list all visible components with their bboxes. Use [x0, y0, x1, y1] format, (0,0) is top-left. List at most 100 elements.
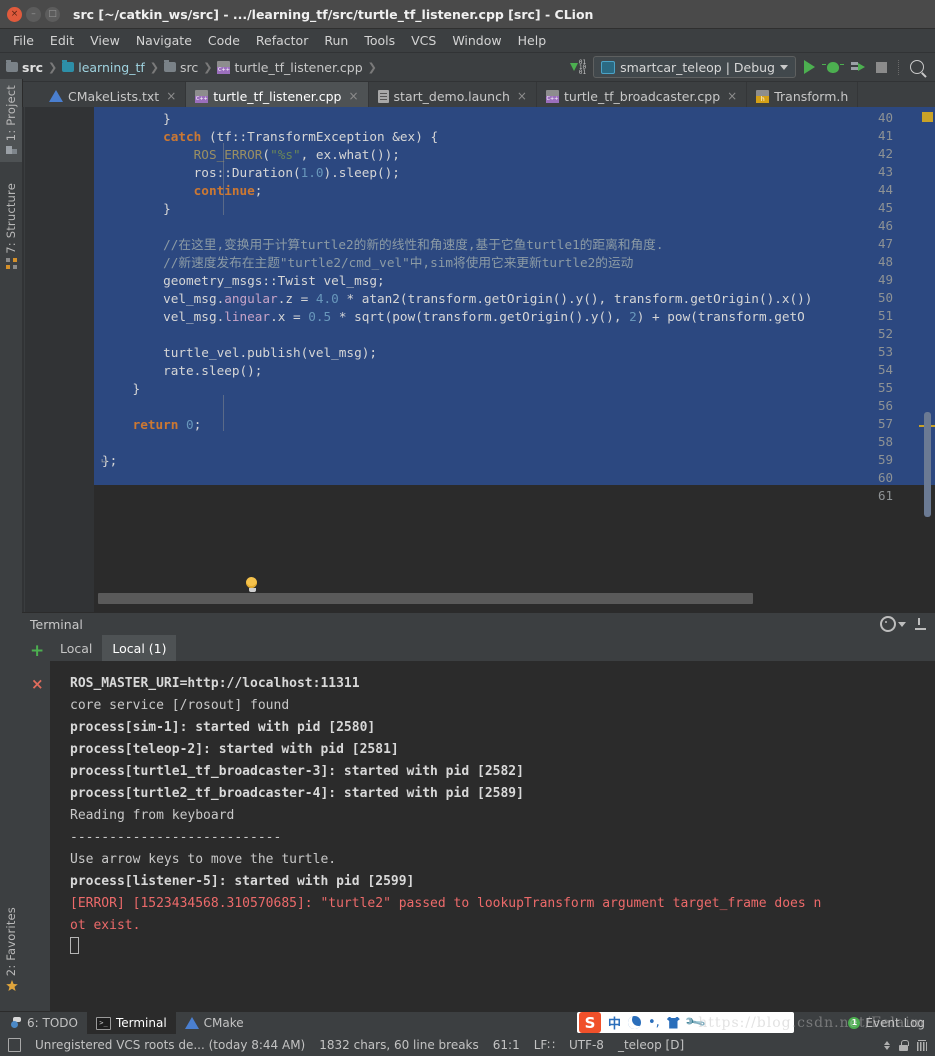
- caret-position[interactable]: 61:1: [493, 1038, 520, 1052]
- menu-run[interactable]: Run: [316, 31, 356, 50]
- code-line[interactable]: vel_msg.angular.z = 4.0 * atan2(transfor…: [102, 290, 812, 308]
- terminal-line: Reading from keyboard: [70, 808, 235, 823]
- menu-tools[interactable]: Tools: [356, 31, 403, 50]
- vcs-status-message[interactable]: Unregistered VCS roots de... (today 8:44…: [35, 1038, 305, 1052]
- ime-chinese-mode-icon[interactable]: 中: [608, 1013, 621, 1032]
- code-line[interactable]: }: [102, 380, 141, 398]
- terminal-tab-local[interactable]: Local: [50, 635, 102, 661]
- maximize-window-button[interactable]: □: [45, 6, 60, 22]
- updown-icon[interactable]: [884, 1040, 890, 1050]
- search-everywhere-button[interactable]: [906, 56, 928, 78]
- line-number: 56: [877, 398, 893, 413]
- breadcrumb-item-learning-tf[interactable]: learning_tf: [62, 59, 145, 75]
- code-line[interactable]: continue;: [102, 182, 263, 200]
- code-line[interactable]: turtle_vel.publish(vel_msg);: [102, 344, 377, 362]
- code-line[interactable]: catch (tf::TransformException &ex) {: [102, 128, 438, 146]
- code-line[interactable]: }: [102, 200, 171, 218]
- line-number: 55: [877, 380, 893, 395]
- code-fold-icon[interactable]: ␣: [101, 452, 107, 463]
- tab-turtle-tf-broadcaster[interactable]: turtle_tf_broadcaster.cpp ×: [537, 82, 748, 110]
- editor-horizontal-scrollbar[interactable]: [98, 593, 917, 604]
- tab-transform-h[interactable]: Transform.h: [747, 82, 859, 110]
- breadcrumb-item-src[interactable]: src: [6, 59, 43, 75]
- sort-icon[interactable]: 01 10 01: [569, 59, 586, 75]
- close-icon[interactable]: ×: [166, 89, 176, 103]
- event-log-button[interactable]: 1 Event Log: [848, 1016, 935, 1030]
- run-button[interactable]: [798, 56, 820, 78]
- ime-toolbar[interactable]: S 中 •, 🔧: [577, 1011, 794, 1034]
- tool-window-terminal[interactable]: >_ Terminal: [86, 1012, 176, 1034]
- code-line[interactable]: //新速度发布在主题"turtle2/cmd_vel"中,sim将使用它来更新t…: [102, 254, 633, 272]
- breadcrumb-item-file[interactable]: turtle_tf_listener.cpp: [217, 60, 363, 75]
- error-stripe-marker[interactable]: [922, 112, 933, 122]
- file-encoding[interactable]: UTF-8: [569, 1038, 604, 1052]
- code-line[interactable]: return 0;: [102, 416, 202, 434]
- scrollbar-thumb[interactable]: [98, 593, 754, 604]
- close-session-button[interactable]: ×: [31, 677, 44, 692]
- structure-icon: [5, 257, 17, 269]
- ime-skin-icon[interactable]: [666, 1016, 680, 1029]
- menu-help[interactable]: Help: [510, 31, 555, 50]
- code-editor[interactable]: } catch (tf::TransformException &ex) { R…: [22, 107, 935, 612]
- vcs-status-icon[interactable]: [8, 1038, 21, 1052]
- code-line[interactable]: //在这里,变换用于计算turtle2的新的线性和角速度,基于它鱼turtle1…: [102, 236, 663, 254]
- tab-start-demo-launch[interactable]: start_demo.launch ×: [369, 82, 537, 110]
- close-icon[interactable]: ×: [727, 89, 737, 103]
- intention-bulb-icon[interactable]: [246, 577, 259, 592]
- hide-panel-icon[interactable]: [915, 618, 927, 630]
- terminal-output[interactable]: ROS_MASTER_URI=http://localhost:11311 co…: [50, 661, 935, 1012]
- close-icon[interactable]: ×: [348, 89, 358, 103]
- debug-button[interactable]: [822, 56, 844, 78]
- cmake-icon: [184, 1017, 199, 1029]
- editor-gutter[interactable]: [22, 107, 94, 612]
- code-line[interactable]: rate.sleep();: [102, 362, 262, 380]
- ime-settings-icon[interactable]: 🔧: [684, 1011, 707, 1034]
- menu-refactor[interactable]: Refactor: [248, 31, 316, 50]
- tool-window-todo[interactable]: 6: TODO: [0, 1012, 87, 1034]
- lock-icon[interactable]: [899, 1039, 909, 1051]
- code-line[interactable]: ros::Duration(1.0).sleep();: [102, 164, 400, 182]
- line-number: 51: [877, 308, 893, 323]
- run-with-coverage-button[interactable]: [846, 56, 868, 78]
- ime-punctuation-icon[interactable]: •,: [648, 1015, 660, 1030]
- menu-code[interactable]: Code: [200, 31, 248, 50]
- tab-cmakelists[interactable]: CMakeLists.txt ×: [40, 82, 187, 110]
- tool-window-cmake[interactable]: CMake: [176, 1012, 253, 1034]
- breadcrumb-item-src-2[interactable]: src: [164, 59, 198, 75]
- code-line[interactable]: vel_msg.linear.x = 0.5 * sqrt(pow(transf…: [102, 308, 805, 326]
- code-line[interactable]: ROS_ERROR("%s", ex.what());: [102, 146, 400, 164]
- terminal-settings-button[interactable]: [880, 616, 906, 632]
- run-icon: [803, 60, 815, 74]
- ime-moon-icon[interactable]: [628, 1016, 642, 1029]
- terminal-tab-local-1[interactable]: Local (1): [102, 635, 177, 661]
- menu-view[interactable]: View: [82, 31, 128, 50]
- stop-icon: [875, 61, 887, 73]
- menu-file[interactable]: File: [5, 31, 42, 50]
- breadcrumb-separator: ❯: [203, 60, 213, 74]
- sidebar-item-structure[interactable]: 7: Structure: [0, 177, 22, 275]
- code-area[interactable]: } catch (tf::TransformException &ex) { R…: [94, 107, 935, 612]
- editor-vertical-scrollbar[interactable]: [924, 412, 931, 517]
- line-number: 53: [877, 344, 893, 359]
- close-window-button[interactable]: ×: [7, 6, 22, 22]
- stop-button[interactable]: [870, 56, 892, 78]
- cmake-icon: [49, 90, 63, 102]
- menu-vcs[interactable]: VCS: [403, 31, 444, 50]
- char-count: 1832 chars, 60 line breaks: [319, 1038, 479, 1052]
- menu-window[interactable]: Window: [444, 31, 509, 50]
- code-line[interactable]: geometry_msgs::Twist vel_msg;: [102, 272, 385, 290]
- sidebar-item-project[interactable]: 1: Project: [0, 79, 22, 163]
- close-icon[interactable]: ×: [517, 89, 527, 103]
- tool-window-label: CMake: [203, 1016, 244, 1030]
- run-configuration-selector[interactable]: smartcar_teleop | Debug: [593, 56, 796, 78]
- tab-turtle-tf-listener[interactable]: turtle_tf_listener.cpp ×: [186, 82, 369, 110]
- new-session-button[interactable]: +: [30, 643, 44, 660]
- line-separator[interactable]: LF∷: [534, 1038, 555, 1052]
- menu-navigate[interactable]: Navigate: [128, 31, 200, 50]
- trash-icon[interactable]: [917, 1039, 927, 1051]
- minimize-window-button[interactable]: –: [26, 6, 41, 22]
- code-line[interactable]: }: [102, 110, 171, 128]
- sidebar-item-favorites[interactable]: 2: Favorites: [0, 901, 22, 997]
- menu-edit[interactable]: Edit: [42, 31, 82, 50]
- context-label[interactable]: _teleop [D]: [618, 1038, 684, 1052]
